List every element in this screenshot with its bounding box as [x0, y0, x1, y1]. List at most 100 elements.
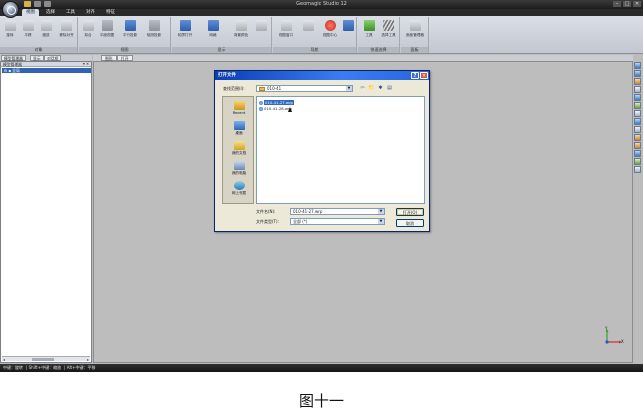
file-name-value: 010-41-27.wrp	[293, 209, 323, 214]
right-tool-2-icon[interactable]	[634, 70, 641, 77]
view-window-icon	[280, 20, 292, 31]
ribbon-tab-tools[interactable]: 工具	[62, 9, 79, 16]
help-button[interactable]: ?	[411, 72, 419, 79]
close-window-button[interactable]: ✕	[633, 1, 641, 7]
file-type-value: 全部 (*)	[293, 219, 308, 224]
plane-view-icon	[101, 20, 113, 31]
rotate-button[interactable]: 旋转	[2, 20, 18, 37]
expand-icon[interactable]: ⊟ ▪	[4, 68, 12, 73]
tools-button[interactable]: 工具	[360, 20, 378, 37]
place-desktop[interactable]: 桌面	[223, 121, 255, 136]
place-recent[interactable]: Recent	[223, 101, 255, 115]
maximize-button[interactable]: □	[623, 1, 631, 7]
scroll-left-icon[interactable]: ◂	[3, 357, 5, 362]
look-in-select[interactable]: 010-41 ▼	[256, 85, 353, 92]
right-tool-1-icon[interactable]	[634, 62, 641, 69]
tree-item-label: 全局	[12, 68, 20, 73]
outline-on-button[interactable]: 轮廓打开	[174, 20, 196, 37]
fit-button[interactable]: 拟合	[80, 20, 96, 37]
horizontal-scrollbar[interactable]: ◂ ▸	[2, 356, 90, 362]
background-color-button[interactable]: 背景颜色	[230, 20, 252, 37]
open-button[interactable]: 打开(O)	[396, 208, 424, 216]
chevron-down-icon[interactable]: ▼	[346, 86, 352, 91]
mesh-button[interactable]: 网格	[202, 20, 224, 37]
recent-icon	[233, 101, 245, 110]
view-center-button[interactable]: 视图中心	[319, 20, 341, 37]
nav-lens-button[interactable]	[301, 20, 315, 31]
look-in-toolbar: ⇦ 📁 ✱ ▤	[359, 85, 393, 92]
ribbon-tab-select[interactable]: 选择	[42, 9, 59, 16]
file-type-select[interactable]: 全部 (*) ▼	[290, 218, 385, 225]
scroll-thumb[interactable]	[32, 358, 54, 361]
wrp-file-icon	[259, 100, 263, 105]
panel-manager-button[interactable]: 面板管理器	[403, 20, 427, 37]
view-window-button[interactable]: 视图窗口	[275, 20, 297, 37]
right-tool-14-icon[interactable]	[634, 166, 641, 173]
chevron-down-icon[interactable]: ▼	[378, 209, 384, 214]
right-tool-11-icon[interactable]	[634, 142, 641, 149]
scroll-right-icon[interactable]: ▸	[87, 357, 89, 362]
back-icon[interactable]: ⇦	[359, 85, 366, 92]
place-my-computer[interactable]: 我的电脑	[223, 161, 255, 176]
ribbon-tab-align[interactable]: 对齐	[82, 9, 99, 16]
rotate-icon	[4, 20, 16, 31]
ribbon-group-object: 旋转 平移 缩放 移除对齐 对象	[0, 17, 78, 53]
up-folder-icon[interactable]: 📁	[368, 85, 375, 92]
parallel-projection-button[interactable]: 平行投影	[119, 20, 141, 37]
minimize-button[interactable]: –	[613, 1, 621, 7]
dialog-close-button[interactable]: ✕	[420, 72, 428, 79]
place-label: 网上邻居	[231, 191, 247, 195]
file-name-input[interactable]: 010-41-27.wrp ▼	[290, 208, 385, 215]
status-hint-zoom: Shift+中键：缩放	[28, 365, 62, 370]
pan-icon	[22, 20, 34, 31]
chevron-down-icon[interactable]: ▼	[378, 219, 384, 224]
right-tool-3-icon[interactable]	[634, 78, 641, 85]
remove-align-button[interactable]: 移除对齐	[57, 20, 76, 37]
open-file-dialog: 打开文件 ? ✕ 查找范围(I): 010-41 ▼ ⇦ 📁 ✱ ▤ Recen…	[214, 70, 430, 232]
right-tool-9-icon[interactable]	[634, 126, 641, 133]
cancel-button[interactable]: 取消	[396, 219, 424, 227]
ribbon-tab-view[interactable]: 视图	[22, 9, 39, 16]
pan-button[interactable]: 平移	[20, 20, 36, 37]
screenshot: Geomagic Studio 12 – □ ✕ 视图 选择 工具 对齐 特征 …	[0, 0, 643, 372]
place-my-documents[interactable]: 我的文档	[223, 141, 255, 156]
right-tool-6-icon[interactable]	[634, 102, 641, 109]
status-hint-rotate: 中键：旋转	[3, 365, 23, 370]
status-hint-pan: Alt+中键：平移	[66, 365, 96, 370]
right-tool-10-icon[interactable]	[634, 134, 641, 141]
mesh-icon	[207, 20, 219, 31]
plane-view-button[interactable]: 平面视图	[97, 20, 117, 37]
look-in-value: 010-41	[267, 86, 282, 91]
right-tool-7-icon[interactable]	[634, 110, 641, 117]
file-list[interactable]: 010-41-27.wrp 010-41-28.wrp	[256, 96, 425, 204]
mouse-cursor-icon	[288, 107, 292, 112]
ribbon-group-label: 视图	[79, 47, 170, 53]
select-tool-button[interactable]: 选择工具	[379, 20, 398, 37]
file-item[interactable]: 010-41-27.wrp	[259, 100, 294, 105]
right-tool-13-icon[interactable]	[634, 158, 641, 165]
new-folder-icon[interactable]: ✱	[377, 85, 384, 92]
tree-item-global[interactable]: ⊟ ▪ 全局	[2, 68, 91, 73]
nav-arrow-button[interactable]	[341, 20, 355, 31]
panel-pin-controls[interactable]: ▾ ✕	[83, 62, 89, 67]
view-menu-icon[interactable]: ▤	[386, 85, 393, 92]
right-tool-8-icon[interactable]	[634, 118, 641, 125]
zoom-button[interactable]: 缩放	[38, 20, 54, 37]
ribbon-group-panels: 面板管理器 面板	[401, 17, 429, 53]
ribbon-tab-features[interactable]: 特征	[102, 9, 119, 16]
file-item[interactable]: 010-41-28.wrp	[259, 106, 292, 111]
iso-projection-button[interactable]: 轴测投影	[143, 20, 165, 37]
window-controls: – □ ✕	[613, 1, 641, 7]
place-label: 我的文档	[231, 151, 247, 155]
background-color-icon	[235, 20, 247, 31]
right-tool-5-icon[interactable]	[634, 94, 641, 101]
file-name: 010-41-27.wrp	[264, 100, 294, 105]
fit-icon	[82, 20, 94, 31]
display-extra-button[interactable]	[254, 20, 268, 31]
right-tool-12-icon[interactable]	[634, 150, 641, 157]
axis-x-label: X	[621, 339, 624, 344]
right-tool-4-icon[interactable]	[634, 86, 641, 93]
ribbon-group-label: 对象	[0, 47, 77, 53]
application-menu-button[interactable]	[2, 1, 19, 18]
place-network[interactable]: 网上邻居	[223, 181, 255, 196]
